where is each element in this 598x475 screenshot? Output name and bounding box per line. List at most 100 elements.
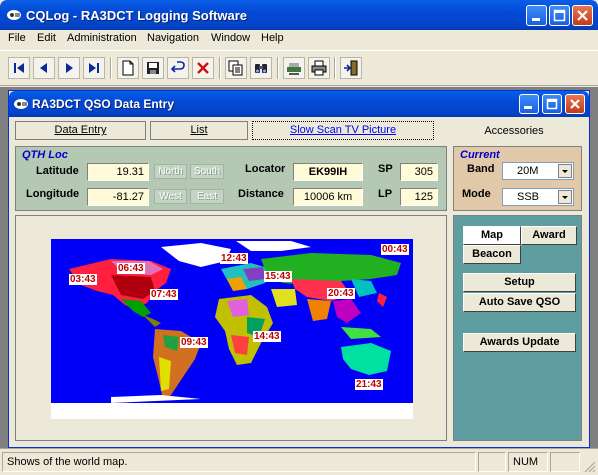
menu-file[interactable]: File [8, 32, 26, 44]
time-label: 00:43 [381, 244, 409, 255]
tab-accessories[interactable]: Accessories [459, 123, 569, 142]
longitude-label: Longitude [26, 188, 80, 200]
time-label: 15:43 [264, 271, 292, 282]
maximize-button[interactable] [549, 5, 570, 26]
latitude-label: Latitude [36, 165, 79, 177]
minimize-icon [532, 18, 540, 21]
setup-button[interactable]: Setup [463, 273, 576, 292]
sp-label: SP [378, 163, 393, 175]
print-button[interactable] [308, 57, 330, 79]
mode-label: Mode [462, 188, 491, 200]
time-label: 07:43 [150, 289, 178, 300]
locator-field[interactable]: EK99IH [293, 163, 363, 181]
band-label: Band [467, 163, 495, 175]
menu-administration[interactable]: Administration [67, 32, 137, 44]
longitude-field[interactable]: -81.27 [87, 188, 149, 206]
previous-record-button[interactable] [33, 57, 55, 79]
tab-data-entry[interactable]: Data Entry [15, 121, 146, 140]
first-record-button[interactable] [8, 57, 30, 79]
toolbar-separator [110, 57, 112, 79]
band-select[interactable]: 20M [502, 162, 574, 180]
close-button[interactable] [572, 5, 593, 26]
last-record-button[interactable] [83, 57, 105, 79]
latitude-field[interactable]: 19.31 [87, 163, 149, 181]
minimize-button[interactable] [526, 5, 547, 26]
locator-label: Locator [245, 163, 286, 175]
menu-navigation[interactable]: Navigation [147, 32, 199, 44]
app-title: CQLog - RA3DCT Logging Software [26, 8, 247, 23]
current-label: Current [460, 149, 500, 161]
child-close-button[interactable] [565, 94, 585, 114]
time-label: 12:43 [220, 253, 248, 264]
toolbar-separator [219, 57, 221, 79]
new-button[interactable] [117, 57, 139, 79]
south-button[interactable]: South [190, 164, 224, 179]
printer-icon [311, 60, 327, 76]
network-button[interactable] [283, 57, 305, 79]
close-icon [570, 99, 580, 109]
new-document-icon [122, 60, 134, 76]
accessories-panel: Map Award Beacon Setup Auto Save QSO Awa… [453, 215, 582, 441]
time-label: 21:43 [355, 379, 383, 390]
map-panel: 00:43 03:43 06:43 07:43 09:43 12:43 14:4… [15, 215, 447, 441]
east-button[interactable]: East [190, 189, 224, 204]
exit-button[interactable] [340, 57, 362, 79]
time-label: 14:43 [253, 331, 281, 342]
time-label: 06:43 [117, 263, 145, 274]
last-record-icon [89, 63, 99, 73]
qth-loc-panel: QTH Loc Latitude 19.31 North South Longi… [15, 146, 447, 211]
menu-help[interactable]: Help [261, 32, 284, 44]
mode-dropdown-button[interactable] [558, 190, 572, 204]
save-button[interactable] [142, 57, 164, 79]
tab-list[interactable]: List [150, 121, 248, 140]
tab-slow-scan-tv[interactable]: Slow Scan TV Picture [252, 121, 434, 140]
time-label: 20:43 [327, 288, 355, 299]
auto-save-qso-button[interactable]: Auto Save QSO [463, 293, 576, 312]
num-lock-indicator: NUM [508, 452, 548, 472]
maximize-icon [546, 98, 558, 110]
current-panel: Current Band 20M Mode SSB [453, 146, 582, 211]
west-button[interactable]: West [154, 189, 187, 204]
toolbar-separator [334, 57, 336, 79]
undo-icon [170, 61, 185, 73]
exit-door-icon [344, 60, 358, 76]
resize-grip-icon[interactable] [584, 461, 596, 473]
lp-label: LP [378, 188, 393, 200]
tab-award[interactable]: Award [521, 226, 577, 245]
chevron-down-icon [562, 196, 568, 199]
lp-field[interactable]: 125 [400, 188, 438, 206]
band-dropdown-button[interactable] [558, 164, 572, 178]
binoculars-icon [255, 64, 267, 73]
child-title: RA3DCT QSO Data Entry [32, 97, 175, 111]
next-record-button[interactable] [58, 57, 80, 79]
delete-button[interactable] [192, 57, 214, 79]
tab-map[interactable]: Map [463, 226, 521, 245]
copy-button[interactable] [225, 57, 247, 79]
north-button[interactable]: North [154, 164, 187, 179]
undo-button[interactable] [167, 57, 189, 79]
distance-field[interactable]: 10006 km [293, 188, 363, 206]
awards-update-button[interactable]: Awards Update [463, 333, 576, 352]
distance-label: Distance [238, 188, 284, 200]
child-maximize-button[interactable] [542, 94, 562, 114]
app-icon [14, 99, 28, 109]
save-disk-icon [147, 62, 159, 74]
status-text: Shows of the world map. [2, 452, 476, 472]
mode-select[interactable]: SSB [502, 188, 574, 206]
status-panel-empty [478, 452, 506, 472]
world-map[interactable]: 00:43 03:43 06:43 07:43 09:43 12:43 14:4… [51, 239, 413, 419]
time-label: 03:43 [69, 274, 97, 285]
menu-window[interactable]: Window [211, 32, 250, 44]
qth-loc-label: QTH Loc [22, 149, 68, 161]
qso-data-entry-window: RA3DCT QSO Data Entry Data Entry List Sl… [8, 90, 590, 448]
child-minimize-button[interactable] [519, 94, 539, 114]
menu-edit[interactable]: Edit [37, 32, 56, 44]
sp-field[interactable]: 305 [400, 163, 438, 181]
child-title-bar[interactable]: RA3DCT QSO Data Entry [9, 91, 589, 117]
tab-beacon[interactable]: Beacon [463, 245, 521, 264]
world-map-graphic [51, 241, 413, 419]
find-button[interactable] [250, 57, 272, 79]
app-title-bar[interactable]: CQLog - RA3DCT Logging Software [0, 0, 598, 30]
app-icon [7, 10, 21, 20]
copy-icon [228, 60, 243, 76]
